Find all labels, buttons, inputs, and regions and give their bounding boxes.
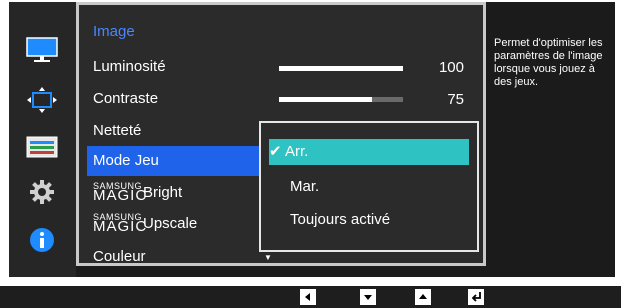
menu-item-luminosite[interactable]: Luminosité <box>93 58 166 76</box>
up-icon[interactable] <box>415 289 431 305</box>
help-text: Permet d'optimiser les paramètres de l'i… <box>494 37 603 88</box>
submenu-option-arr[interactable]: ✔ Arr. <box>269 139 469 165</box>
check-icon: ✔ <box>269 143 282 160</box>
submenu-option-toujours-active[interactable]: Toujours activé <box>269 207 490 233</box>
contraste-slider-fill <box>279 97 372 102</box>
luminosite-slider[interactable] <box>279 66 403 71</box>
magic-upscale-label: Upscale <box>143 215 198 232</box>
magic-word: MAGIC <box>93 187 148 204</box>
help-panel: Permet d'optimiser les paramètres de l'i… <box>489 2 615 277</box>
luminosite-slider-fill <box>279 66 403 71</box>
menu-item-contraste[interactable]: Contraste <box>93 90 158 108</box>
monitor-icon[interactable] <box>25 35 59 65</box>
info-icon[interactable] <box>25 225 59 255</box>
menu-item-couleur[interactable]: Couleur <box>93 248 146 266</box>
mode-jeu-submenu: ✔ Arr. Mar. Toujours activé <box>259 121 479 252</box>
system-icon[interactable] <box>25 132 59 162</box>
magic-bright-label: Bright <box>143 184 183 201</box>
menu-title: Image <box>93 23 135 40</box>
gear-icon[interactable] <box>25 177 59 207</box>
submenu-option-label: Arr. <box>285 143 309 160</box>
luminosite-value: 100 <box>438 59 464 76</box>
down-icon[interactable] <box>360 289 376 305</box>
scroll-down-icon[interactable]: ▼ <box>264 253 272 262</box>
menu-item-mode-jeu[interactable]: Mode Jeu <box>87 146 259 176</box>
left-icon[interactable] <box>300 289 316 305</box>
magic-word: MAGIC <box>93 218 148 235</box>
menu-item-nettete[interactable]: Netteté <box>93 122 141 140</box>
osd-window: Image Luminosité 100 Contraste 75 Nettet… <box>9 2 615 277</box>
contraste-value: 75 <box>447 91 464 108</box>
navigation-bar <box>0 286 621 308</box>
sidebar <box>9 2 76 277</box>
contraste-slider[interactable] <box>279 97 403 102</box>
enter-icon[interactable] <box>468 289 484 305</box>
position-icon[interactable] <box>25 85 59 115</box>
submenu-option-mar[interactable]: Mar. <box>269 174 490 200</box>
